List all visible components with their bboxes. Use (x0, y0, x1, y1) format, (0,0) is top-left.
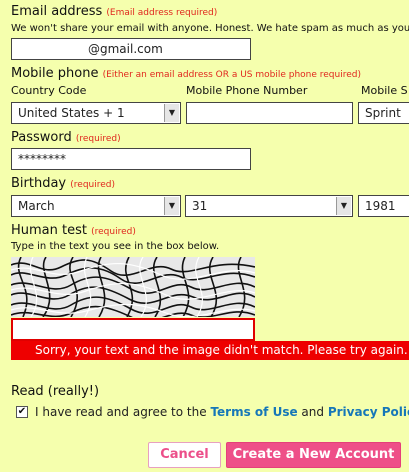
cancel-button[interactable]: Cancel (148, 442, 221, 468)
human-test-required-note: (required) (91, 227, 136, 237)
email-privacy-note: We won't share your email with anyone. H… (11, 23, 409, 34)
mobile-number-label: Mobile Phone Number (186, 84, 308, 97)
password-field[interactable]: ******** (11, 148, 251, 170)
password-label: Password (required) (11, 130, 121, 145)
terms-statement: I have read and agree to the Terms of Us… (35, 405, 409, 419)
email-field[interactable]: @gmail.com (11, 38, 251, 60)
mobile-label: Mobile phone (Either an email address OR… (11, 66, 361, 81)
birth-day-select[interactable]: 31 ▼ (185, 195, 353, 217)
create-account-button[interactable]: Create a New Account (226, 442, 401, 468)
terms-of-use-link[interactable]: Terms of Use (210, 405, 297, 419)
birthday-label: Birthday (required) (11, 176, 115, 191)
birth-month-select[interactable]: March ▼ (11, 195, 181, 217)
carrier-label: Mobile S (361, 84, 408, 97)
chevron-down-icon: ▼ (164, 104, 179, 122)
checkmark-icon: ✔ (17, 406, 27, 417)
chevron-down-icon: ▼ (336, 197, 351, 215)
captcha-instruction: Type in the text you see in the box belo… (11, 241, 220, 252)
country-code-select[interactable]: United States + 1 ▼ (11, 102, 181, 124)
mobile-required-note: (Either an email address OR a US mobile … (102, 70, 361, 80)
country-code-label: Country Code (11, 84, 87, 97)
captcha-input[interactable] (11, 318, 255, 341)
birth-year-select[interactable]: 1981 (358, 195, 409, 217)
mobile-number-input[interactable] (186, 102, 353, 124)
chevron-down-icon: ▼ (164, 197, 179, 215)
email-label: Email address (Email address required) (11, 4, 218, 19)
human-test-label: Human test (required) (11, 223, 136, 238)
birthday-required-note: (required) (70, 180, 115, 190)
agree-checkbox[interactable]: ✔ (16, 406, 28, 418)
password-required-note: (required) (75, 134, 121, 144)
captcha-error-message: Sorry, your text and the image didn't ma… (11, 341, 409, 360)
privacy-policy-link[interactable]: Privacy Policy (328, 405, 409, 419)
email-required-note: (Email address required) (106, 8, 218, 18)
terms-heading: Read (really!) (11, 384, 100, 399)
carrier-select[interactable]: Sprint (358, 102, 409, 124)
captcha-image (11, 257, 255, 317)
